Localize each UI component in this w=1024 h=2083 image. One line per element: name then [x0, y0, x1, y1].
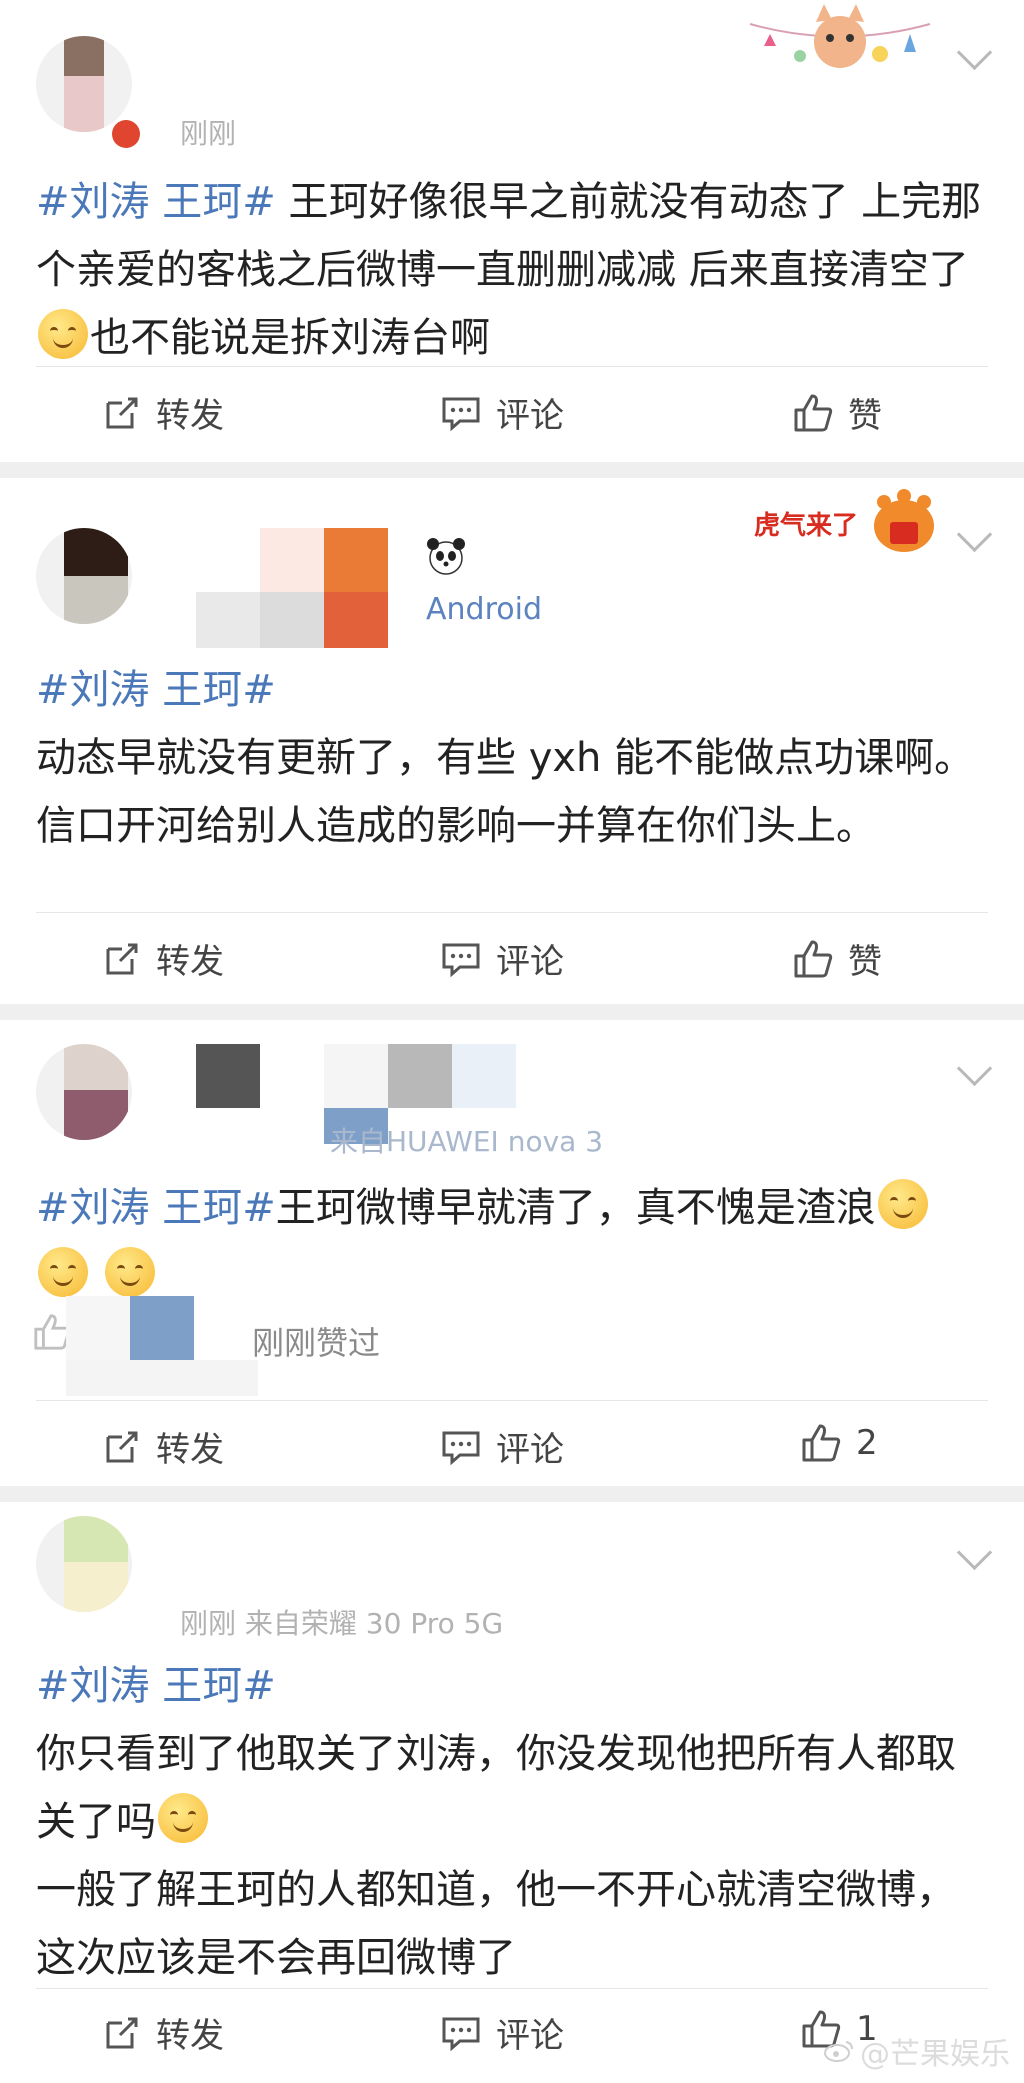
post-body: #刘涛 王珂# 你只看到了他取关了刘涛，你没发现他把所有人都取关了吗 一般了解王…	[36, 1652, 986, 1992]
comment-button[interactable]: 评论	[440, 1422, 564, 1471]
post-text: 动态早就没有更新了，有些 yxh 能不能做点功课啊。信口开河给别人造成的影响一并…	[36, 735, 975, 849]
comment-label: 评论	[496, 942, 564, 982]
comment-label: 评论	[496, 396, 564, 436]
like-button[interactable]: 赞	[792, 388, 882, 437]
hashtag-link[interactable]: #刘涛 王珂#	[36, 667, 276, 713]
repost-label: 转发	[156, 1430, 224, 1470]
comment-icon	[442, 943, 480, 977]
card-decoration-icon	[749, 4, 931, 68]
smile-emoji-icon	[877, 1179, 928, 1229]
sweat-emoji-icon	[158, 1793, 208, 1843]
badge-text: 虎气来了	[754, 510, 858, 541]
post-separator	[0, 462, 1024, 478]
avatar[interactable]	[36, 1044, 132, 1140]
comment-icon	[442, 2017, 480, 2051]
like-button[interactable]: 2	[800, 1422, 878, 1464]
laugh-emoji-icon	[38, 309, 88, 359]
repost-button[interactable]: 转发	[102, 2008, 224, 2057]
post-card-2: Android 虎气来了 #刘涛 王珂# 动态早就没有更新了，有些 yxh 能不…	[0, 478, 1024, 1004]
smile-emoji-icon	[104, 1247, 155, 1297]
username-mosaic[interactable]	[196, 528, 390, 648]
comment-label: 评论	[496, 1430, 564, 1470]
avatar[interactable]	[36, 1516, 132, 1612]
hashtag-link[interactable]: #刘涛 王珂#	[36, 1663, 276, 1709]
repost-icon	[106, 1431, 138, 1462]
chevron-down-icon[interactable]	[956, 1534, 993, 1571]
watermark-text: @芒果娱乐	[860, 2037, 1010, 2072]
repost-icon	[106, 397, 138, 428]
avatar[interactable]	[36, 36, 132, 132]
liked-note: 刚刚赞过	[252, 1324, 381, 1362]
divider-line	[36, 1988, 988, 1989]
divider-line	[36, 1400, 988, 1401]
like-label: 赞	[848, 396, 882, 436]
like-count: 2	[856, 1423, 878, 1463]
repost-label: 转发	[156, 942, 224, 982]
post-separator	[0, 1486, 1024, 1502]
comment-button[interactable]: 评论	[440, 2008, 564, 2057]
divider-line	[36, 912, 988, 913]
chevron-down-icon[interactable]	[956, 516, 993, 553]
post-text: 王珂微博早就清了，真不愧是渣浪	[275, 1185, 876, 1231]
post-text-continued: 也不能说是拆刘涛台啊	[90, 315, 490, 361]
post-meta: Android	[426, 592, 542, 627]
comment-icon	[442, 1431, 480, 1465]
liker-mosaic[interactable]	[66, 1296, 258, 1396]
chevron-down-icon[interactable]	[956, 1050, 993, 1087]
like-icon	[802, 1424, 841, 1462]
post-body: #刘涛 王珂# 王珂好像很早之前就没有动态了 上完那个亲爱的客栈之后微博一直删删…	[36, 168, 986, 372]
panda-icon	[427, 538, 465, 575]
post-text-continued: 一般了解王珂的人都知道，他一不开心就清空微博，这次应该是不会再回微博了	[36, 1867, 956, 1981]
repost-button[interactable]: 转发	[102, 1422, 224, 1471]
divider-line	[36, 366, 988, 367]
post-card-3: 来自HUAWEI nova 3 #刘涛 王珂#王珂微博早就清了，真不愧是渣浪 刚…	[0, 1020, 1024, 1486]
comment-icon	[442, 397, 480, 431]
repost-button[interactable]: 转发	[102, 388, 224, 437]
tiger-badge-icon: 虎气来了	[754, 489, 934, 552]
post-card-4: 刚刚 来自荣耀 30 Pro 5G #刘涛 王珂# 你只看到了他取关了刘涛，你没…	[0, 1502, 1024, 2083]
repost-icon	[106, 2017, 138, 2048]
post-card-1: 刚刚 #刘涛 王珂# 王珂好像很早之前就没有动态了 上完那个亲爱的客栈之后微博一…	[0, 0, 1024, 462]
comment-label: 评论	[496, 2016, 564, 2056]
like-icon	[794, 940, 833, 977]
chevron-down-icon[interactable]	[956, 34, 993, 71]
like-button[interactable]: 赞	[792, 934, 882, 983]
repost-icon	[106, 943, 138, 974]
post-separator	[0, 1004, 1024, 1020]
like-icon	[794, 394, 833, 431]
repost-button[interactable]: 转发	[102, 934, 224, 983]
hashtag-link[interactable]: #刘涛 王珂#	[36, 179, 276, 225]
post-body: #刘涛 王珂#王珂微博早就清了，真不愧是渣浪	[36, 1174, 986, 1310]
post-meta: 刚刚	[180, 117, 237, 150]
comment-button[interactable]: 评论	[440, 388, 564, 437]
post-body: #刘涛 王珂# 动态早就没有更新了，有些 yxh 能不能做点功课啊。信口开河给别…	[36, 656, 986, 860]
watermark: @芒果娱乐	[824, 2029, 1010, 2073]
repost-label: 转发	[156, 2016, 224, 2056]
post-meta: 来自HUAWEI nova 3	[330, 1125, 604, 1158]
smile-emoji-icon	[38, 1247, 88, 1297]
like-label: 赞	[848, 942, 882, 982]
repost-label: 转发	[156, 396, 224, 436]
comment-button[interactable]: 评论	[440, 934, 564, 983]
weibo-logo-icon	[824, 2041, 853, 2062]
avatar[interactable]	[36, 528, 132, 624]
verified-badge	[112, 120, 140, 148]
hashtag-link[interactable]: #刘涛 王珂#	[36, 1185, 276, 1231]
post-meta: 刚刚 来自荣耀 30 Pro 5G	[180, 1607, 504, 1640]
